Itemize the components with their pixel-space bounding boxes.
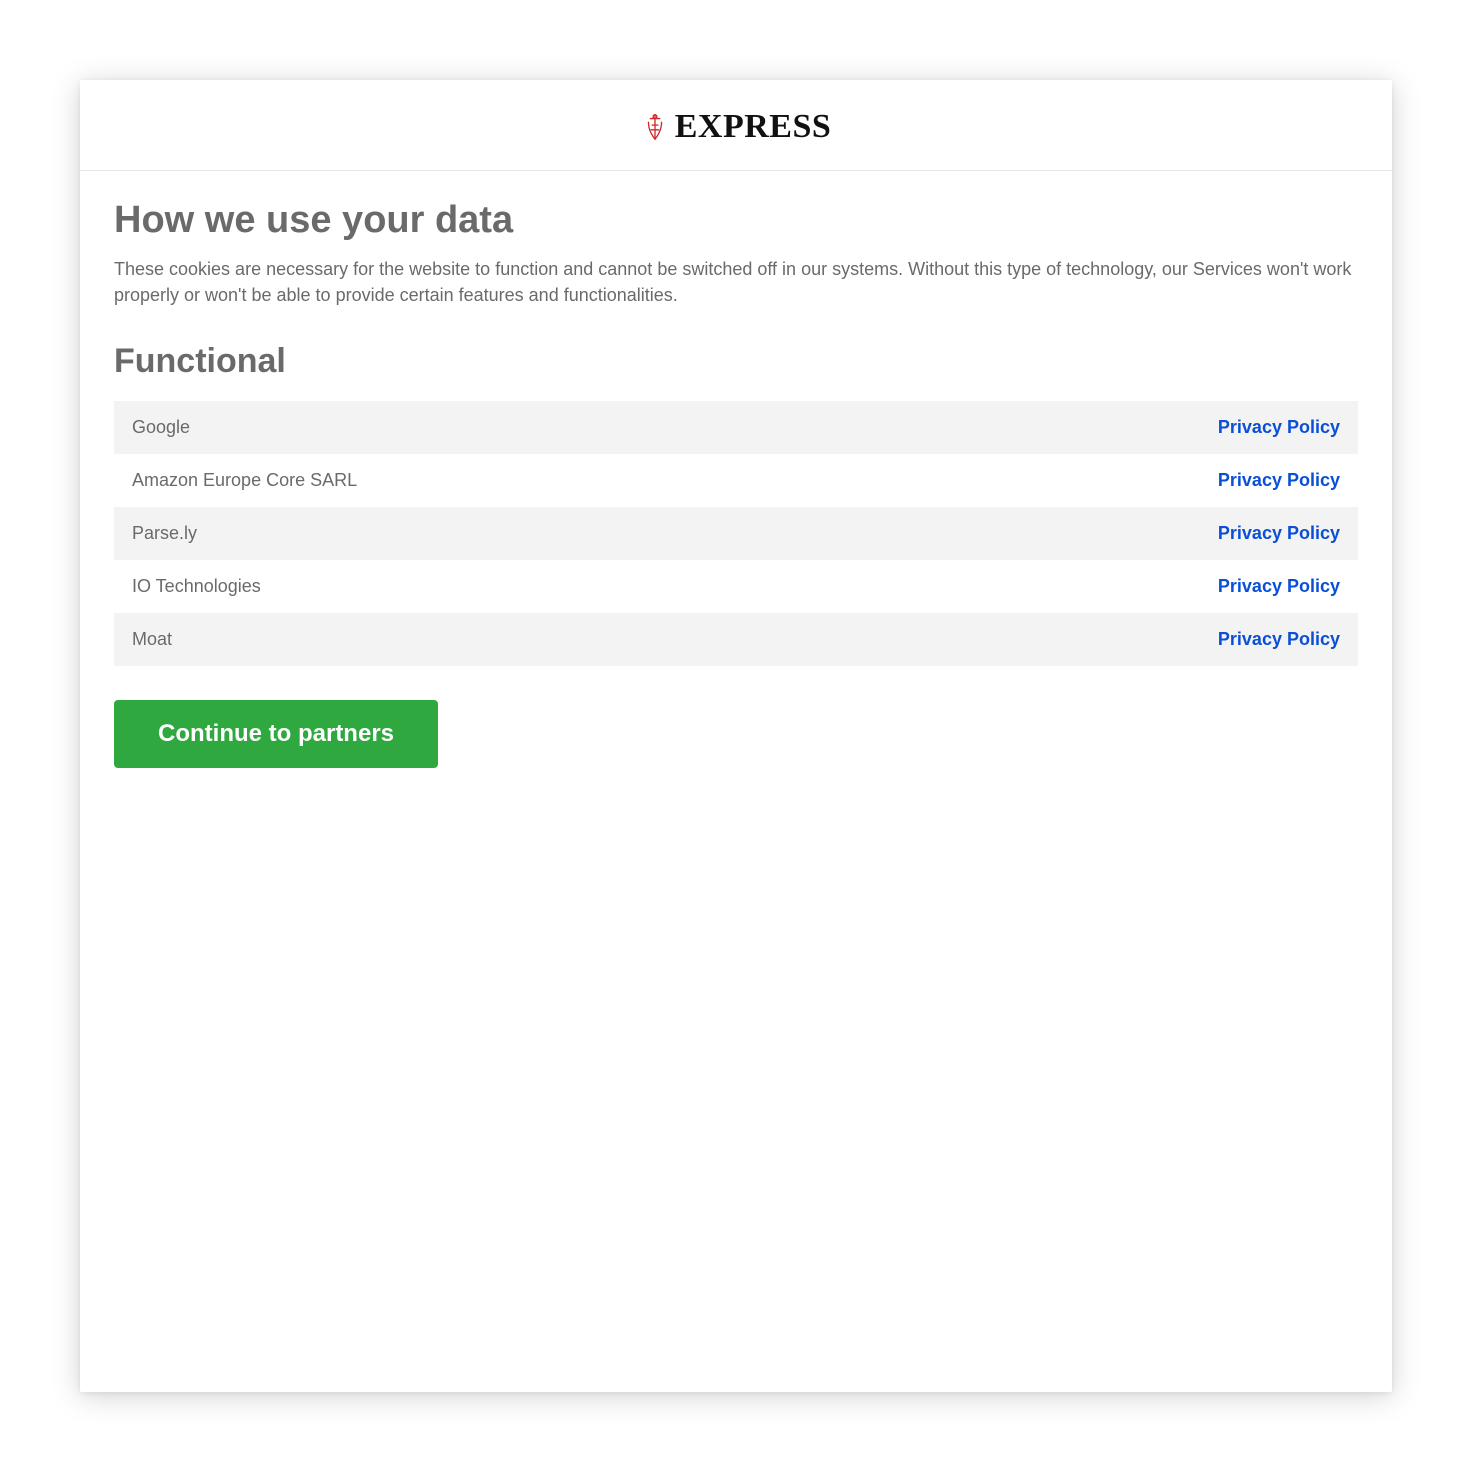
express-crusader-icon: [641, 111, 669, 143]
vendor-row: IO Technologies Privacy Policy: [114, 560, 1358, 613]
dialog-header: EXPRESS: [80, 80, 1392, 171]
vendor-row: Google Privacy Policy: [114, 401, 1358, 454]
vendor-name: Parse.ly: [132, 523, 197, 544]
consent-dialog: EXPRESS How we use your data These cooki…: [80, 80, 1392, 1392]
privacy-policy-link[interactable]: Privacy Policy: [1218, 576, 1340, 597]
vendor-list: Google Privacy Policy Amazon Europe Core…: [114, 401, 1358, 666]
page-description: These cookies are necessary for the webs…: [114, 256, 1358, 308]
continue-to-partners-button[interactable]: Continue to partners: [114, 700, 438, 768]
vendor-row: Amazon Europe Core SARL Privacy Policy: [114, 454, 1358, 507]
section-heading: Functional: [114, 342, 1358, 381]
brand-name: EXPRESS: [675, 108, 832, 146]
privacy-policy-link[interactable]: Privacy Policy: [1218, 417, 1340, 438]
privacy-policy-link[interactable]: Privacy Policy: [1218, 523, 1340, 544]
dialog-content: How we use your data These cookies are n…: [80, 171, 1392, 1392]
page-title: How we use your data: [114, 199, 1358, 242]
vendor-name: Amazon Europe Core SARL: [132, 470, 357, 491]
vendor-row: Parse.ly Privacy Policy: [114, 507, 1358, 560]
privacy-policy-link[interactable]: Privacy Policy: [1218, 470, 1340, 491]
vendor-row: Moat Privacy Policy: [114, 613, 1358, 666]
vendor-name: IO Technologies: [132, 576, 261, 597]
vendor-name: Google: [132, 417, 190, 438]
privacy-policy-link[interactable]: Privacy Policy: [1218, 629, 1340, 650]
vendor-name: Moat: [132, 629, 172, 650]
